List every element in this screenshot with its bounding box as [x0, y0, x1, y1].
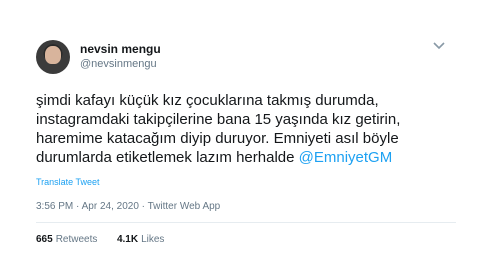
likes-label: Likes	[141, 234, 165, 245]
retweets-count: 665	[36, 234, 53, 245]
retweets-stat[interactable]: 665 Retweets	[36, 234, 97, 245]
likes-stat[interactable]: 4.1K Likes	[117, 234, 164, 245]
avatar[interactable]	[36, 40, 70, 74]
tweet-time[interactable]: 3:56 PM	[36, 201, 73, 212]
tweet-line: durumlarda etiketlemek lazım herhalde	[36, 149, 299, 166]
author-display-name[interactable]: nevsin mengu	[80, 42, 161, 56]
mention-link[interactable]: @EmniyetGM	[299, 149, 393, 166]
tweet-line: haremime katacağım diyip duruyor. Emniye…	[36, 130, 399, 147]
retweets-label: Retweets	[55, 234, 98, 245]
tweet-source[interactable]: Twitter Web App	[148, 201, 221, 212]
meta-separator: ·	[76, 201, 80, 212]
tweet-card: nevsin mengu @nevsinmengu şimdi kafayı k…	[0, 0, 493, 270]
author-handle[interactable]: @nevsinmengu	[80, 58, 157, 70]
tweet-line: instagramdaki takipçilerine bana 15 yaşı…	[36, 111, 401, 128]
divider	[36, 222, 456, 223]
tweet-date[interactable]: Apr 24, 2020	[82, 201, 139, 212]
tweet-meta: 3:56 PM · Apr 24, 2020 · Twitter Web App	[36, 201, 220, 212]
tweet-stats: 665 Retweets 4.1K Likes	[36, 234, 164, 245]
translate-tweet-link[interactable]: Translate Tweet	[36, 177, 100, 187]
meta-separator: ·	[141, 201, 145, 212]
likes-count: 4.1K	[116, 234, 139, 245]
tweet-line: şimdi kafayı küçük kız çocuklarına takmı…	[36, 92, 379, 109]
chevron-down-icon[interactable]	[433, 41, 445, 51]
tweet-text: şimdi kafayı küçük kız çocuklarına takmı…	[36, 91, 456, 167]
